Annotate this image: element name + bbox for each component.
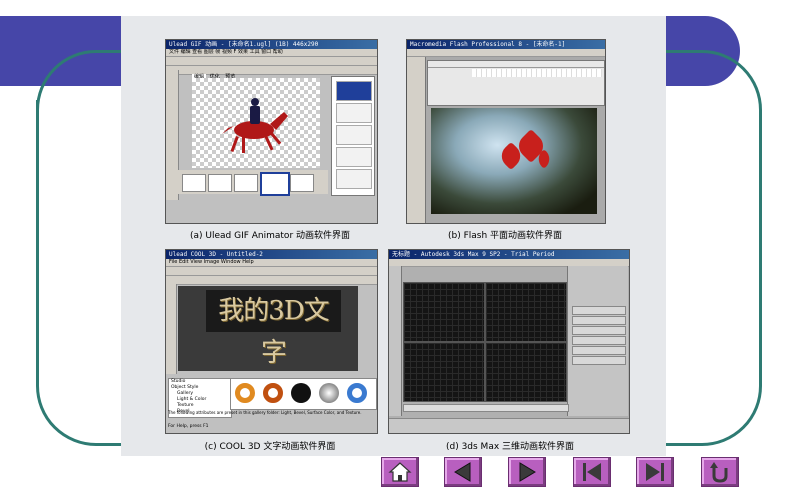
layer-thumb[interactable] bbox=[336, 169, 372, 189]
viewport-perspective[interactable] bbox=[485, 342, 567, 402]
caption-cool3d: (c) COOL 3D 文字动画软件界面 bbox=[204, 442, 336, 452]
triangle-right-icon bbox=[519, 462, 536, 482]
gallery-thumbnails bbox=[230, 378, 377, 410]
menu-bar: 文件 编辑 查看 图层 帧 视频 F 效果 工具 窗口 帮助 bbox=[166, 49, 377, 57]
home-icon bbox=[388, 462, 412, 482]
flash-screenshot: Macromedia Flash Professional 8 - [未命名-1… bbox=[406, 39, 606, 224]
command-button[interactable] bbox=[572, 326, 626, 335]
status-bar: For Help, press F1 bbox=[168, 424, 209, 429]
gallery-item[interactable] bbox=[235, 383, 255, 403]
window-titlebar: Macromedia Flash Professional 8 - [未命名-1… bbox=[407, 40, 605, 49]
caption-flash: (b) Flash 平面动画软件界面 bbox=[447, 231, 563, 241]
toolbar bbox=[166, 267, 377, 276]
prev-button[interactable] bbox=[444, 457, 482, 487]
layer-thumb[interactable] bbox=[336, 103, 372, 123]
frame-panel bbox=[178, 170, 328, 196]
return-button[interactable] bbox=[701, 457, 739, 487]
animation-canvas bbox=[192, 78, 320, 168]
viewport-left[interactable] bbox=[403, 342, 485, 402]
frame-thumb-selected[interactable] bbox=[260, 172, 290, 196]
command-button[interactable] bbox=[572, 346, 626, 355]
command-button[interactable] bbox=[572, 316, 626, 325]
timeline-panel bbox=[427, 60, 605, 106]
frame-thumb[interactable] bbox=[290, 174, 314, 192]
caption-ulead: (a) Ulead GIF Animator 动画软件界面 bbox=[189, 231, 351, 241]
menu-bar bbox=[407, 49, 605, 57]
last-button[interactable] bbox=[636, 457, 674, 487]
3d-text-preview: 我的3D文字 bbox=[206, 290, 341, 368]
window-titlebar: Ulead COOL 3D - Untitled-2 bbox=[166, 250, 377, 259]
horse-rider-image bbox=[222, 98, 288, 153]
first-button[interactable] bbox=[573, 457, 611, 487]
toolbar bbox=[166, 276, 377, 285]
triangle-left-icon bbox=[454, 462, 471, 482]
command-panel bbox=[567, 266, 628, 416]
viewport-top[interactable] bbox=[403, 282, 485, 342]
status-bar bbox=[389, 418, 629, 433]
ulead-gif-screenshot: Ulead GIF 动画 - [未命名1.ugl] (1B) 446x290 文… bbox=[165, 39, 378, 224]
home-button[interactable] bbox=[381, 457, 419, 487]
gallery-item[interactable] bbox=[263, 383, 283, 403]
command-button[interactable] bbox=[572, 306, 626, 315]
3dsmax-screenshot: 无标题 - Autodesk 3ds Max 9 SP2 - Trial Per… bbox=[388, 249, 630, 434]
return-arrow-icon bbox=[710, 462, 728, 483]
layer-thumb[interactable] bbox=[336, 147, 372, 167]
frame-thumb[interactable] bbox=[208, 174, 232, 192]
tool-palette bbox=[166, 284, 177, 374]
window-titlebar: Ulead GIF 动画 - [未命名1.ugl] (1B) 446x290 bbox=[166, 40, 377, 49]
tool-palette bbox=[407, 57, 426, 223]
caption-3dsmax: (d) 3ds Max 三维动画软件界面 bbox=[445, 442, 575, 452]
skip-last-icon bbox=[646, 463, 664, 481]
frame-thumb[interactable] bbox=[182, 174, 206, 192]
time-slider[interactable] bbox=[403, 404, 569, 412]
gallery-item[interactable] bbox=[291, 383, 311, 403]
menu-bar: File Edit View Image Window Help bbox=[166, 259, 377, 267]
next-button[interactable] bbox=[508, 457, 546, 487]
frame-thumb[interactable] bbox=[234, 174, 258, 192]
viewport-front[interactable] bbox=[485, 282, 567, 342]
cool3d-screenshot: Ulead COOL 3D - Untitled-2 File Edit Vie… bbox=[165, 249, 378, 434]
layer-thumb[interactable] bbox=[336, 81, 372, 101]
maple-leaf-photo bbox=[431, 108, 597, 214]
command-button[interactable] bbox=[572, 356, 626, 365]
tool-palette bbox=[389, 266, 402, 416]
skip-first-icon bbox=[583, 463, 601, 481]
layer-thumb[interactable] bbox=[336, 125, 372, 145]
gallery-item[interactable] bbox=[347, 383, 367, 403]
info-text: The following attributes are preset in t… bbox=[168, 410, 362, 415]
decorative-line bbox=[36, 100, 39, 340]
layer-thumbnails bbox=[331, 76, 375, 196]
toolbar bbox=[166, 57, 377, 66]
command-button[interactable] bbox=[572, 336, 626, 345]
gallery-item[interactable] bbox=[319, 383, 339, 403]
window-titlebar: 无标题 - Autodesk 3ds Max 9 SP2 - Trial Per… bbox=[389, 250, 629, 259]
